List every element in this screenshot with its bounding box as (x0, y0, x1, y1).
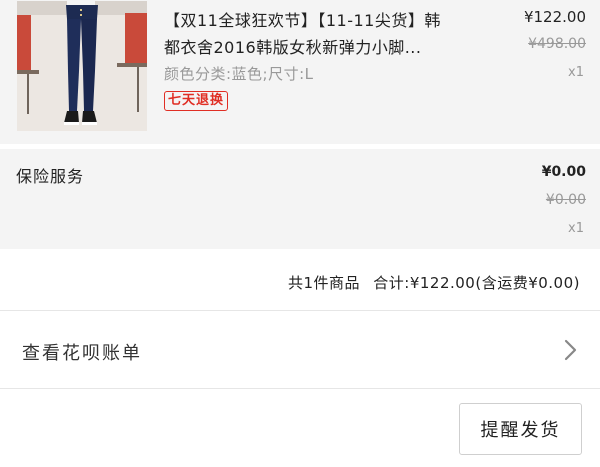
item-title-line1: 【双11全球狂欢节】【11-11尖货】韩 (164, 11, 441, 30)
service-quantity: x1 (568, 221, 584, 236)
item-count: 共1件商品 (287, 274, 360, 292)
insurance-service-row: 保险服务 ¥0.00 ¥0.00 x1 (0, 149, 600, 249)
item-sku: 颜色分类:蓝色;尺寸:L (164, 65, 314, 83)
action-bar: 提醒发货 (0, 389, 600, 467)
product-image (17, 1, 147, 131)
order-summary: 共1件商品 合计:¥122.00(含运费¥0.00) (0, 249, 600, 311)
item-title-line2: 都衣舍2016韩版女秋新弹力小脚... (164, 38, 422, 57)
chevron-right-icon (564, 339, 577, 361)
return-policy-badge: 七天退换 (164, 91, 229, 111)
order-item[interactable]: 【双11全球狂欢节】【11-11尖货】韩 都衣舍2016韩版女秋新弹力小脚...… (0, 0, 600, 144)
item-title[interactable]: 【双11全球狂欢节】【11-11尖货】韩 都衣舍2016韩版女秋新弹力小脚... (164, 7, 484, 61)
huabei-bill-label: 查看花呗账单 (22, 343, 142, 364)
item-original-price: ¥498.00 (528, 36, 586, 52)
service-original-price: ¥0.00 (545, 192, 586, 208)
order-total: 合计:¥122.00(含运费¥0.00) (373, 274, 580, 292)
service-label: 保险服务 (16, 167, 85, 186)
product-thumbnail[interactable] (17, 1, 147, 131)
service-price: ¥0.00 (541, 164, 586, 180)
summary-text: 共1件商品 合计:¥122.00(含运费¥0.00) (288, 272, 580, 293)
remind-shipment-button[interactable]: 提醒发货 (459, 403, 582, 455)
huabei-bill-row[interactable]: 查看花呗账单 (0, 311, 600, 389)
item-price: ¥122.00 (523, 8, 586, 26)
item-quantity: x1 (568, 65, 584, 80)
